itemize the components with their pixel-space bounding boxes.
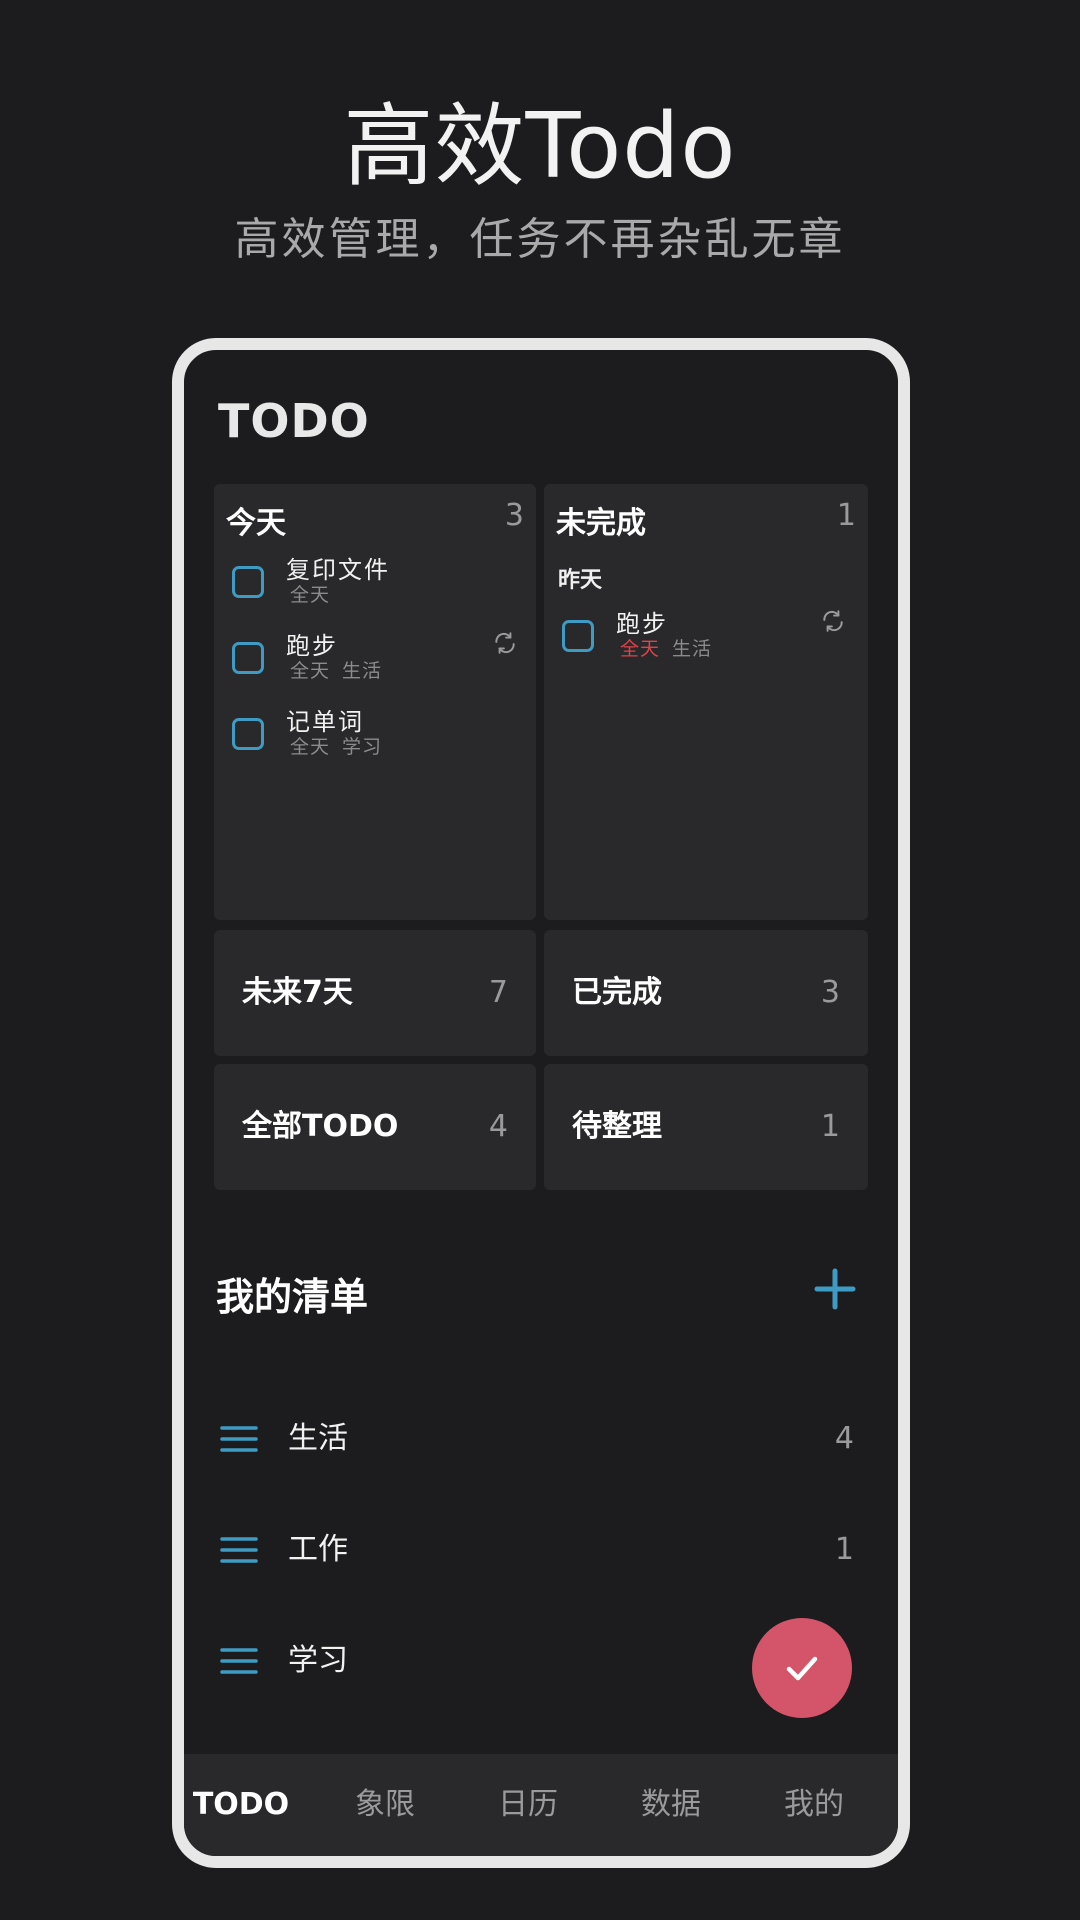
phone-frame: TODO 今天 3 复印文件 全天 跑步 全天 生活 记单词 全天 学习 未完成… (172, 338, 910, 1868)
section-label-yesterday: 昨天 (558, 568, 603, 593)
task-item[interactable]: 记单词 全天 学习 (232, 708, 528, 774)
menu-icon (220, 1426, 258, 1452)
list-item[interactable]: 生活 4 (214, 1404, 854, 1474)
repeat-icon (823, 610, 843, 632)
task-item[interactable]: 跑步 全天 生活 (232, 632, 528, 698)
smart-list-count: 1 (820, 1109, 840, 1144)
smart-list-next-7-days[interactable]: 未来7天 7 (214, 930, 536, 1056)
smart-list-title: 全部TODO (242, 1109, 399, 1144)
tab-quadrant[interactable]: 象限 (320, 1754, 450, 1856)
menu-icon (220, 1648, 258, 1674)
today-card-count: 3 (504, 498, 524, 533)
list-count: 1 (834, 1532, 854, 1567)
smart-list-completed[interactable]: 已完成 3 (544, 930, 868, 1056)
smart-list-count: 4 (488, 1109, 508, 1144)
tab-calendar[interactable]: 日历 (463, 1754, 593, 1856)
app-title: TODO (218, 394, 370, 448)
task-checkbox[interactable] (232, 642, 264, 674)
task-time-overdue: 全天 (620, 638, 661, 660)
tab-mine[interactable]: 我的 (749, 1754, 879, 1856)
smart-list-title: 已完成 (572, 975, 662, 1010)
menu-icon (220, 1537, 258, 1563)
task-tag: 生活 (672, 638, 713, 660)
promo-title: 高效Todo (343, 94, 737, 199)
tab-statistics[interactable]: 数据 (606, 1754, 736, 1856)
repeat-icon (495, 632, 515, 654)
check-icon (786, 1656, 818, 1681)
task-checkbox[interactable] (562, 620, 594, 652)
incomplete-card-count: 1 (836, 498, 856, 533)
task-checkbox[interactable] (232, 566, 264, 598)
task-meta: 全天 生活 (620, 634, 724, 661)
plus-icon[interactable] (810, 1264, 860, 1314)
smart-list-count: 7 (488, 975, 508, 1010)
promo-subtitle: 高效管理，任务不再杂乱无章 (234, 214, 846, 265)
smart-list-count: 3 (820, 975, 840, 1010)
fab-complete-button[interactable] (752, 1618, 852, 1718)
smart-list-title: 未来7天 (242, 975, 353, 1010)
task-time: 全天 (290, 736, 331, 758)
list-name: 工作 (288, 1532, 348, 1567)
smart-list-all-todo[interactable]: 全部TODO 4 (214, 1064, 536, 1190)
task-meta: 全天 生活 (290, 656, 394, 683)
today-card-title: 今天 (226, 506, 286, 541)
today-card[interactable]: 今天 3 复印文件 全天 跑步 全天 生活 记单词 全天 学习 (214, 484, 536, 920)
smart-list-to-organize[interactable]: 待整理 1 (544, 1064, 868, 1190)
tab-todo[interactable]: TODO (184, 1754, 306, 1856)
task-time: 全天 (290, 584, 331, 606)
task-tag: 学习 (342, 736, 383, 758)
task-meta: 全天 学习 (290, 732, 394, 759)
smart-list-title: 待整理 (572, 1109, 662, 1144)
incomplete-card[interactable]: 未完成 1 昨天 跑步 全天 生活 (544, 484, 868, 920)
task-item[interactable]: 复印文件 全天 (232, 556, 528, 622)
list-name: 学习 (288, 1643, 348, 1678)
task-tag: 生活 (342, 660, 383, 682)
list-item[interactable]: 工作 1 (214, 1515, 854, 1585)
incomplete-card-title: 未完成 (556, 506, 646, 541)
bottom-tab-bar: TODO 象限 日历 数据 我的 (184, 1754, 898, 1856)
my-lists-title: 我的清单 (216, 1275, 369, 1319)
list-count: 4 (834, 1421, 854, 1456)
task-meta: 全天 (290, 580, 342, 607)
task-time: 全天 (290, 660, 331, 682)
task-checkbox[interactable] (232, 718, 264, 750)
task-item[interactable]: 跑步 全天 生活 (562, 610, 858, 676)
list-name: 生活 (288, 1421, 348, 1456)
